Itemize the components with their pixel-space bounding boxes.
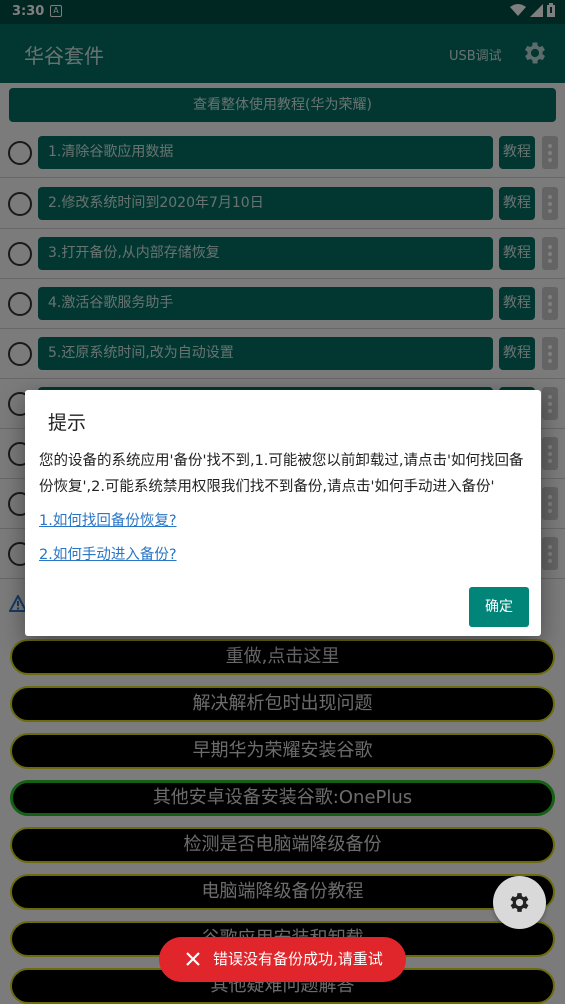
dialog-message: 您的设备的系统应用'备份'找不到,1.可能被您以前卸载过,请点击'如何找回备份恢… (39, 453, 524, 495)
dialog-title: 提示 (48, 412, 87, 434)
close-icon[interactable] (185, 951, 201, 967)
confirm-button[interactable]: 确定 (469, 587, 529, 627)
alert-dialog: 提示 您的设备的系统应用'备份'找不到,1.可能被您以前卸载过,请点击'如何找回… (25, 390, 541, 636)
toast-text: 错误没有备份成功,请重试 (213, 950, 383, 968)
manual-backup-link[interactable]: 2.如何手动进入备份? (39, 543, 177, 564)
error-toast: 错误没有备份成功,请重试 (159, 937, 406, 982)
gear-icon (510, 893, 529, 912)
settings-fab[interactable] (493, 876, 546, 929)
restore-backup-link[interactable]: 1.如何找回备份恢复? (39, 509, 177, 530)
